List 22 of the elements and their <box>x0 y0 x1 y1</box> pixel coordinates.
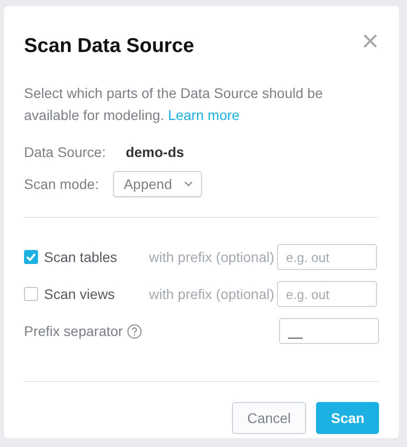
help-icon[interactable] <box>126 324 142 338</box>
data-source-label: Data Source: <box>24 143 106 162</box>
scan-mode-label: Scan mode: <box>24 174 99 194</box>
close-button[interactable]: × <box>361 30 379 54</box>
prefix-label: with prefix (optional) <box>149 284 276 304</box>
data-source-value: demo-ds <box>126 143 184 162</box>
dialog-title: Scan Data Source <box>24 34 194 58</box>
scan-button[interactable]: Scan <box>316 402 379 434</box>
prefix-field[interactable]: e.g. out <box>277 244 377 270</box>
checkbox[interactable] <box>24 250 38 264</box>
scan-mode-dropdown[interactable]: Append <box>112 171 202 197</box>
learn-more-link[interactable]: Learn more <box>168 107 240 123</box>
separator-field[interactable]: __ <box>279 318 379 344</box>
prefix-label: with prefix (optional) <box>149 248 276 267</box>
chevron-down-icon <box>184 181 193 187</box>
option-label: Scan tables <box>44 248 118 266</box>
prefix-field[interactable]: e.g. out <box>277 281 377 307</box>
cancel-button[interactable]: Cancel <box>232 402 306 434</box>
option-label: Scan views <box>44 284 116 304</box>
checkbox[interactable] <box>24 287 38 301</box>
separator-label: Prefix separator <box>24 322 123 341</box>
description: Select which parts of the Data Source should be available for modeling. Learn more <box>24 84 324 125</box>
